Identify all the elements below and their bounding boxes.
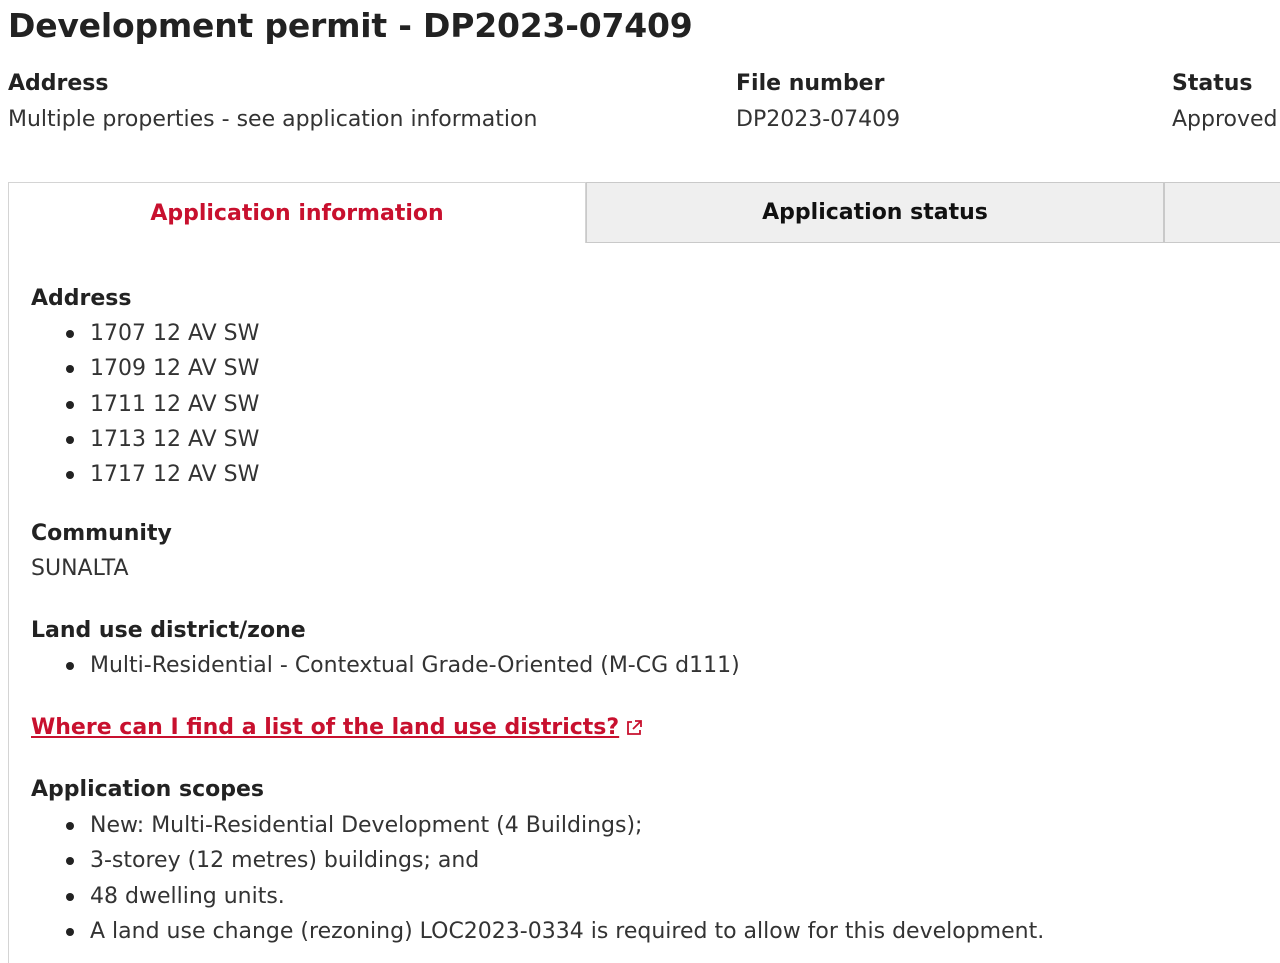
tab-bar: Application information Application stat…: [8, 182, 1280, 243]
summary-file-number: File number DP2023-07409: [736, 70, 900, 134]
summary-address: Address Multiple properties - see applic…: [8, 70, 537, 134]
summary-address-value: Multiple properties - see application in…: [8, 107, 538, 132]
page-title: Development permit - DP2023-07409: [8, 6, 693, 45]
land-use-districts-link[interactable]: Where can I find a list of the land use …: [31, 714, 643, 742]
community-value: SUNALTA: [31, 556, 129, 581]
summary-status-label: Status: [1172, 71, 1253, 96]
tab-more[interactable]: [1164, 182, 1280, 243]
land-use-label: Land use district/zone: [31, 618, 306, 643]
list-item: 3-storey (12 metres) buildings; and: [31, 847, 1044, 882]
external-link-icon: [627, 720, 643, 735]
details-address-label: Address: [31, 286, 132, 311]
list-item: 1707 12 AV SW: [31, 320, 259, 355]
land-use-list: Multi-Residential - Contextual Grade-Ori…: [31, 652, 740, 687]
summary-file-number-label: File number: [736, 71, 885, 96]
scopes-label: Application scopes: [31, 777, 264, 802]
list-item: 48 dwelling units.: [31, 883, 1044, 918]
summary-status: Status Approved: [1172, 70, 1278, 134]
list-item: 1709 12 AV SW: [31, 355, 259, 390]
address-list: 1707 12 AV SW 1709 12 AV SW 1711 12 AV S…: [31, 320, 259, 496]
summary-address-label: Address: [8, 71, 109, 96]
tab-application-status[interactable]: Application status: [586, 182, 1164, 243]
community-label: Community: [31, 521, 172, 546]
summary-file-number-value: DP2023-07409: [736, 107, 901, 132]
tab-application-information[interactable]: Application information: [8, 182, 586, 243]
list-item: Multi-Residential - Contextual Grade-Ori…: [31, 652, 740, 687]
list-item: 1711 12 AV SW: [31, 391, 259, 426]
list-item: New: Multi-Residential Development (4 Bu…: [31, 812, 1044, 847]
list-item: 1717 12 AV SW: [31, 461, 259, 496]
list-item: A land use change (rezoning) LOC2023-033…: [31, 918, 1044, 953]
list-item: 1713 12 AV SW: [31, 426, 259, 461]
summary-status-value: Approved: [1172, 107, 1278, 132]
land-use-districts-link-text: Where can I find a list of the land use …: [31, 715, 620, 740]
scopes-list: New: Multi-Residential Development (4 Bu…: [31, 812, 1044, 953]
